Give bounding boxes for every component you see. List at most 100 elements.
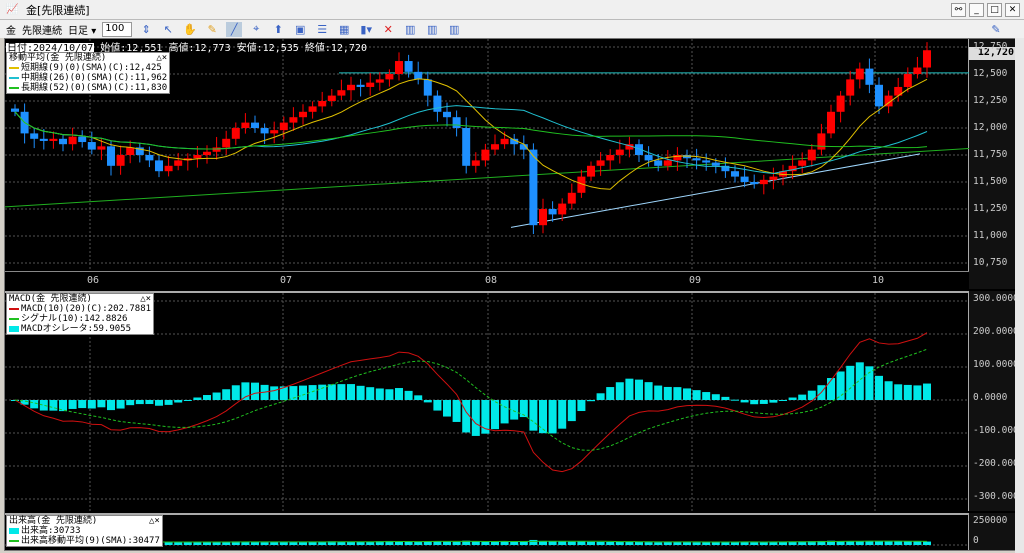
candle-body: [548, 209, 557, 215]
candle-body: [404, 61, 413, 72]
candle-body: [654, 160, 663, 166]
osc-bar: [203, 395, 211, 400]
candle-body: [107, 146, 115, 166]
candle-body: [500, 138, 509, 145]
chart-settings-icon[interactable]: ▣: [292, 22, 308, 37]
osc-bar: [30, 400, 39, 409]
crosshair-icon[interactable]: ⌖: [248, 22, 264, 37]
volume-bar: [347, 541, 355, 545]
chart-area: 日付:2024/10/07 始値:12,551 高値:12,773 安値:12,…: [4, 38, 1024, 551]
bar-count-input[interactable]: 100: [102, 21, 133, 37]
chevron-down-icon: ▾: [91, 25, 97, 37]
bar-chart-icon-1[interactable]: ▥: [402, 22, 418, 37]
candle-body: [567, 192, 576, 204]
macd-panel[interactable]: MACD(金 先限連続) △× MACD(10)(20)(C):202.7881 …: [5, 291, 969, 511]
table-icon[interactable]: ☰: [314, 22, 330, 37]
macd-axis: 300.0000 200.0000 100.0000 0.0000 -100.0000-…: [969, 291, 1024, 511]
osc-bar: [395, 388, 403, 400]
close-button[interactable]: ✕: [1005, 3, 1020, 17]
vol-ma-value: 出来高移動平均(9)(SMA):30477: [21, 536, 160, 546]
indicator-icon[interactable]: ▮▾: [358, 22, 374, 37]
volume-bar: [414, 541, 423, 545]
osc-bar: [923, 383, 931, 400]
cursor-icon[interactable]: ↖: [160, 22, 176, 37]
candle-body: [385, 74, 394, 80]
legend-controls[interactable]: △×: [140, 294, 151, 304]
osc-bar: [299, 385, 307, 400]
period-selector[interactable]: 日足 ▾: [68, 22, 96, 37]
maximize-button[interactable]: □: [987, 3, 1002, 17]
candle-body: [337, 90, 346, 96]
volume-legend[interactable]: 出来高(金 先限連続) △× 出来高:30733 出来高移動平均(9)(SMA):…: [6, 515, 163, 547]
up-circle-icon[interactable]: ⬆: [270, 22, 286, 37]
vol-legend-title: 出来高(金 先限連続): [9, 516, 98, 526]
osc-bar: [558, 400, 567, 429]
bar-chart-icon-2[interactable]: ▥: [424, 22, 440, 37]
osc-bar: [731, 399, 739, 401]
osc-bar: [721, 396, 730, 400]
price-axis-label: 11,500: [973, 176, 1008, 187]
volume-bar: [587, 541, 595, 545]
remove-indicator-icon[interactable]: ✕: [380, 22, 396, 37]
candle-body: [443, 111, 451, 118]
osc-bar: [78, 400, 87, 409]
osc-bar: [347, 384, 355, 400]
draw-line-icon[interactable]: ╱: [226, 21, 243, 37]
hand-icon[interactable]: ✋: [182, 22, 198, 37]
osc-bar: [164, 400, 173, 405]
volume-bar: [558, 541, 567, 545]
spinner-icon[interactable]: ⇕: [138, 22, 154, 37]
osc-bar: [702, 392, 711, 400]
osc-bar: [337, 384, 346, 400]
candle-body: [78, 136, 87, 143]
price-axis: 12,720 12,750 12,500 12,250 12,000 11,750 11,…: [969, 39, 1017, 289]
volume-panel[interactable]: 出来高(金 先限連続) △× 出来高:30733 出来高移動平均(9)(SMA):…: [5, 513, 969, 550]
candle-body: [116, 155, 125, 166]
volume-bar: [635, 541, 643, 545]
osc-bar: [222, 389, 231, 400]
candle-body: [769, 176, 778, 180]
toolbar: 金 先限連続 日足 ▾ 100 ⇕ ↖ ✋ ✎ ╱ ⌖ ⬆ ▣ ☰ ▦ ▮▾ ✕…: [0, 20, 1024, 38]
osc-bar: [366, 387, 375, 400]
osc-bar: [126, 400, 135, 406]
osc-bar: [894, 384, 903, 400]
candle-body: [663, 160, 672, 166]
volume-bar: [404, 541, 413, 545]
osc-bar: [471, 400, 480, 436]
long-swatch: [9, 87, 19, 89]
volume-bar: [577, 541, 586, 545]
candle-body: [289, 117, 298, 123]
macd-legend[interactable]: MACD(金 先限連続) △× MACD(10)(20)(C):202.7881 …: [6, 293, 155, 335]
candle-body: [596, 160, 605, 166]
symbol-selector[interactable]: 金: [6, 22, 16, 37]
month-label: 08: [485, 275, 498, 286]
pencil-icon[interactable]: ✎: [204, 22, 220, 37]
osc-bar: [212, 392, 221, 400]
candle-body: [279, 122, 288, 131]
candle-body: [452, 117, 461, 128]
osc-bar: [356, 385, 365, 400]
price-panel[interactable]: 日付:2024/10/07 始値:12,551 高値:12,773 安値:12,…: [5, 39, 969, 289]
vertical-scrollbar[interactable]: [1015, 38, 1024, 553]
osc-bar: [654, 385, 663, 400]
minimize-button[interactable]: _: [969, 3, 984, 17]
candle-body: [59, 138, 67, 145]
candle-body: [231, 128, 240, 139]
ma-legend[interactable]: 移動平均(金 先限連続) △× 短期線(9)(0)(SMA)(C):12,425 …: [6, 52, 171, 94]
signal-value: シグナル(10):142.8826: [21, 314, 128, 324]
osc-bar: [174, 400, 183, 403]
volume-bar: [894, 541, 903, 545]
contract-selector[interactable]: 先限連続: [22, 22, 62, 37]
osc-bar: [97, 400, 106, 408]
link-icon[interactable]: ⚯: [951, 3, 966, 17]
bar-chart-icon-3[interactable]: ▥: [446, 22, 462, 37]
mid-swatch: [9, 77, 19, 79]
grid-icon[interactable]: ▦: [336, 22, 352, 37]
candle-body: [87, 142, 96, 150]
candle-body: [30, 133, 39, 139]
candle-body: [327, 95, 336, 101]
volume-bar: [606, 541, 615, 545]
settings-wand-icon[interactable]: ✎: [988, 22, 1004, 37]
legend-controls[interactable]: △×: [156, 53, 167, 63]
legend-controls[interactable]: △×: [149, 516, 160, 526]
